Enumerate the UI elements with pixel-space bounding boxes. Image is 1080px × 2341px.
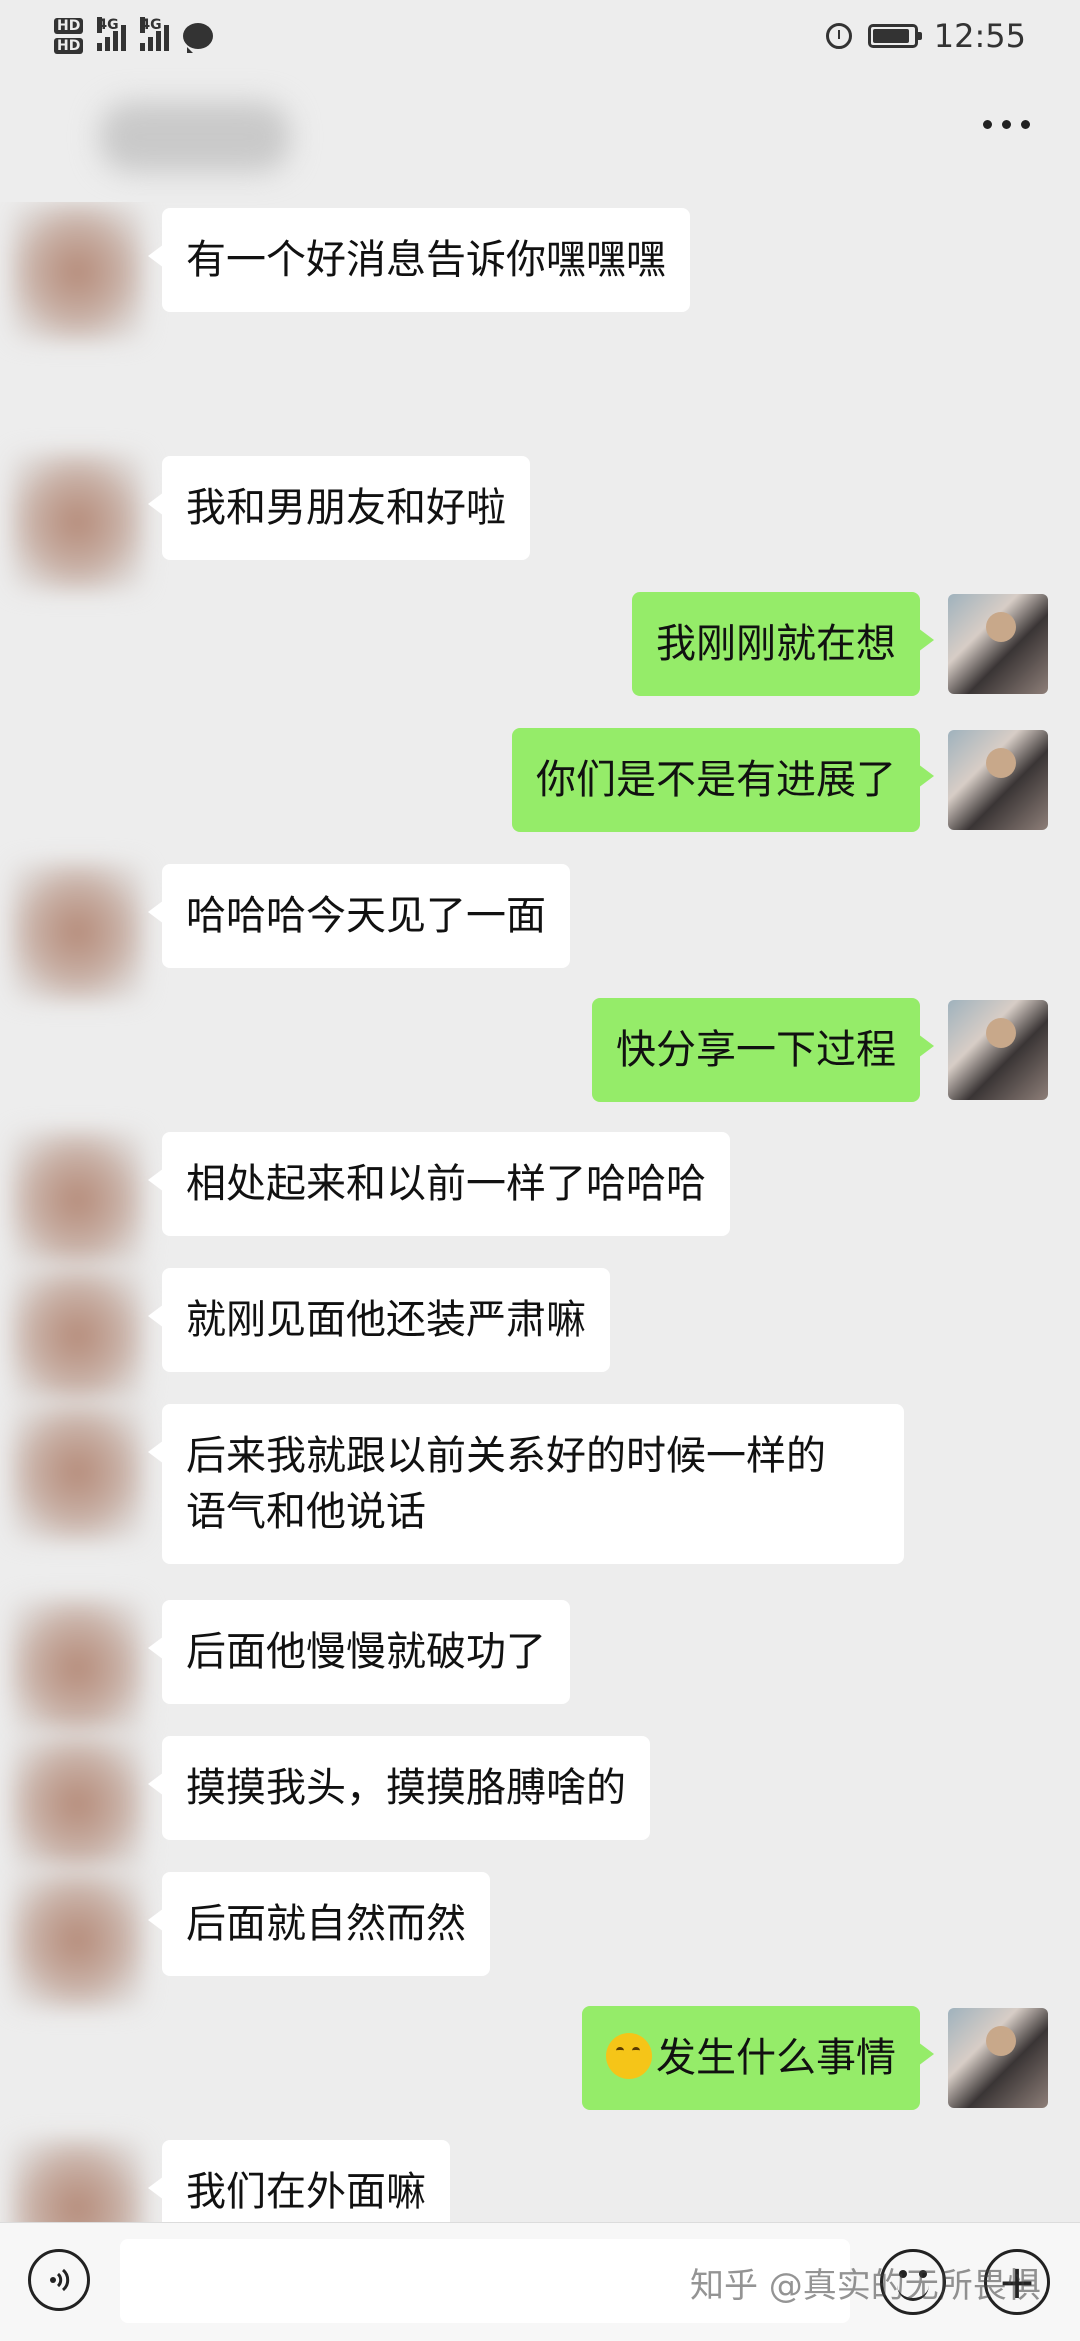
- signal-icon-1: 4G: [97, 17, 127, 51]
- message-line-1: 后来我就跟以前关系好的时候一样的: [186, 1433, 826, 1479]
- message-bubble-incoming[interactable]: 哈哈哈今天见了一面: [148, 864, 570, 968]
- contact-avatar[interactable]: [10, 862, 145, 1002]
- chat-title-blurred: [100, 102, 290, 172]
- message-bubble-incoming[interactable]: 有一个好消息告诉你嘿嘿嘿: [148, 208, 690, 312]
- contact-avatar[interactable]: [10, 202, 145, 342]
- message-bubble-incoming[interactable]: 摸摸我头，摸摸胳膊啥的: [148, 1736, 650, 1840]
- voice-waves-icon: [50, 2268, 70, 2292]
- network-type-2: 4G: [140, 17, 162, 33]
- contact-avatar[interactable]: [10, 1130, 145, 1270]
- contact-avatar[interactable]: [10, 452, 145, 592]
- signal-icon-2: 4G: [140, 17, 170, 51]
- message-bubble-outgoing[interactable]: 快分享一下过程: [592, 998, 934, 1102]
- self-avatar[interactable]: [948, 1000, 1048, 1100]
- chat-header: [0, 72, 1080, 202]
- alarm-icon: [825, 23, 852, 49]
- self-avatar[interactable]: [948, 730, 1048, 830]
- message-bubble-outgoing[interactable]: 我刚刚就在想: [632, 592, 934, 696]
- watermark-text: 知乎 @真实的无所畏惧: [690, 2266, 1041, 2306]
- contact-avatar[interactable]: [10, 1870, 145, 2010]
- self-avatar[interactable]: [948, 594, 1048, 694]
- voice-icon[interactable]: [28, 2249, 90, 2311]
- status-left: HD HD 4G 4G: [54, 17, 214, 54]
- contact-avatar[interactable]: [10, 1734, 145, 1874]
- contact-avatar[interactable]: [10, 2138, 145, 2222]
- status-right: 12:55: [825, 17, 1026, 55]
- thinking-face-emoji-icon: [606, 2033, 652, 2079]
- message-line-2: 语气和他说话: [186, 1489, 426, 1535]
- message-bubble-incoming[interactable]: 后来我就跟以前关系好的时候一样的 语气和他说话: [148, 1404, 904, 1564]
- chat-message-list[interactable]: 有一个好消息告诉你嘿嘿嘿 我和男朋友和好啦 我刚刚就在想 你们是不是有进展了 哈…: [0, 202, 1080, 2222]
- contact-avatar[interactable]: [10, 1402, 145, 1542]
- battery-icon: [867, 24, 922, 48]
- message-bubble-incoming[interactable]: 我们在外面嘛: [148, 2140, 450, 2222]
- contact-avatar[interactable]: [10, 1598, 145, 1738]
- message-bubble-incoming[interactable]: 相处起来和以前一样了哈哈哈: [148, 1132, 730, 1236]
- more-dots-icon[interactable]: [983, 120, 1030, 129]
- message-bubble-incoming[interactable]: 就刚见面他还装严肃嘛: [148, 1268, 610, 1372]
- message-text: 发生什么事情: [656, 2035, 896, 2081]
- clock-time: 12:55: [933, 17, 1026, 55]
- hd-badges: HD HD: [54, 18, 84, 54]
- message-bubble-incoming[interactable]: 我和男朋友和好啦: [148, 456, 530, 560]
- contact-avatar[interactable]: [10, 1266, 145, 1406]
- hd-badge-2: HD: [54, 38, 84, 54]
- message-bubble-outgoing[interactable]: 发生什么事情: [582, 2006, 934, 2110]
- battery-fill: [872, 29, 909, 43]
- network-type-1: 4G: [97, 17, 119, 33]
- message-bubble-incoming[interactable]: 后面就自然而然: [148, 1872, 490, 1976]
- status-bar: HD HD 4G 4G 12:55: [0, 0, 1080, 72]
- self-avatar[interactable]: [948, 2008, 1048, 2108]
- message-bubble-incoming[interactable]: 后面他慢慢就破功了: [148, 1600, 570, 1704]
- message-bubble-outgoing[interactable]: 你们是不是有进展了: [512, 728, 934, 832]
- message-notification-icon: [183, 23, 214, 53]
- hd-badge-1: HD: [54, 18, 84, 34]
